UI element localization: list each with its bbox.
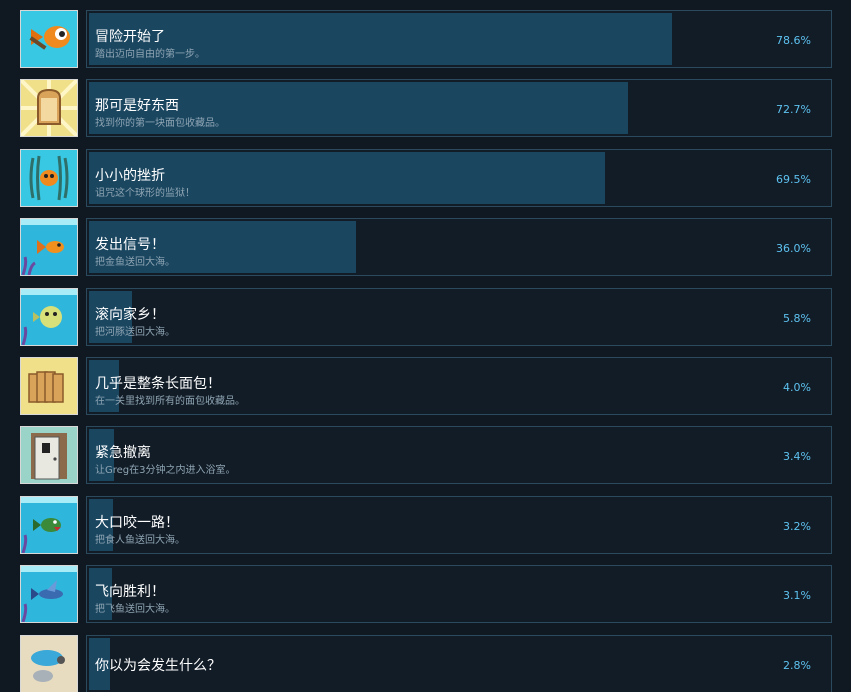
achievement-title: 大口咬一路！ [95, 515, 179, 531]
pufferfish-icon [20, 288, 78, 346]
achievement-progress-panel: 你以为会发生什么？ 2.8% [86, 635, 832, 692]
achievement-description: 在一关里找到所有的面包收藏品。 [95, 396, 245, 407]
achievement-row: 你以为会发生什么？ 2.8% [0, 635, 851, 692]
achievement-description: 踏出迈向自由的第一步。 [95, 49, 205, 60]
achievement-description: 诅咒这个球形的监狱！ [95, 188, 195, 199]
achievement-row: 发出信号！ 把金鱼送回大海。 36.0% [0, 218, 851, 278]
achievement-row: 大口咬一路！ 把食人鱼送回大海。 3.2% [0, 496, 851, 556]
achievement-title: 小小的挫折 [95, 168, 165, 184]
achievement-title: 滚向家乡！ [95, 307, 165, 323]
unlock-percentage: 3.1% [783, 589, 811, 602]
achievement-title: 那可是好东西 [95, 98, 179, 114]
unlock-percentage: 5.8% [783, 312, 811, 325]
achievement-row: 那可是好东西找到你的第一块面包收藏品。 72.7% [0, 79, 851, 139]
unlock-percentage: 69.5% [776, 173, 811, 186]
achievement-description: 把食人鱼送回大海。 [95, 535, 185, 546]
unlock-percentage: 72.7% [776, 103, 811, 116]
piranha-icon [20, 496, 78, 554]
achievement-row: 飞向胜利！ 把飞鱼送回大海。 3.1% [0, 565, 851, 625]
broken-bowl-icon [20, 635, 78, 692]
achievement-title: 几乎是整条长面包！ [95, 376, 221, 392]
achievement-row: 几乎是整条长面包！ 在一关里找到所有的面包收藏品。 4.0% [0, 357, 851, 417]
goldfish-sea-icon [20, 218, 78, 276]
achievement-progress-panel: 紧急撤离让Greg在3分钟之内进入浴室。 3.4% [86, 426, 832, 484]
achievement-description: 把河豚送回大海。 [95, 327, 175, 338]
achievement-row: 紧急撤离让Greg在3分钟之内进入浴室。 3.4% [0, 426, 851, 486]
achievement-row: 滚向家乡！ 把河豚送回大海。 5.8% [0, 288, 851, 348]
achievement-description: 找到你的第一块面包收藏品。 [95, 118, 225, 129]
unlock-percentage: 36.0% [776, 242, 811, 255]
achievement-list: 冒险开始了踏出迈向自由的第一步。 78.6% 那可是好东西找到你的第一块面包收藏品… [0, 0, 851, 692]
fish-with-pipe-icon [20, 10, 78, 68]
achievement-progress-panel: 冒险开始了踏出迈向自由的第一步。 78.6% [86, 10, 832, 68]
achievement-progress-panel: 发出信号！ 把金鱼送回大海。 36.0% [86, 218, 832, 276]
flying-fish-icon [20, 565, 78, 623]
achievement-title: 发出信号！ [95, 237, 165, 253]
achievement-progress-panel: 飞向胜利！ 把飞鱼送回大海。 3.1% [86, 565, 832, 623]
achievement-description: 把金鱼送回大海。 [95, 257, 175, 268]
achievement-progress-panel: 滚向家乡！ 把河豚送回大海。 5.8% [86, 288, 832, 346]
achievement-progress-panel: 那可是好东西找到你的第一块面包收藏品。 72.7% [86, 79, 832, 137]
achievement-description: 把飞鱼送回大海。 [95, 604, 175, 615]
bread-slice-icon [20, 79, 78, 137]
achievement-description: 让Greg在3分钟之内进入浴室。 [95, 465, 236, 476]
unlock-percentage: 2.8% [783, 659, 811, 672]
achievement-row: 小小的挫折诅咒这个球形的监狱！ 69.5% [0, 149, 851, 209]
bread-loaf-icon [20, 357, 78, 415]
unlock-percentage: 3.2% [783, 520, 811, 533]
unlock-percentage: 78.6% [776, 34, 811, 47]
achievement-row: 冒险开始了踏出迈向自由的第一步。 78.6% [0, 10, 851, 70]
achievement-progress-panel: 几乎是整条长面包！ 在一关里找到所有的面包收藏品。 4.0% [86, 357, 832, 415]
door-icon [20, 426, 78, 484]
achievement-title: 飞向胜利！ [95, 584, 165, 600]
achievement-progress-panel: 大口咬一路！ 把食人鱼送回大海。 3.2% [86, 496, 832, 554]
unlock-percentage: 4.0% [783, 381, 811, 394]
unlock-percentage: 3.4% [783, 450, 811, 463]
achievement-progress-panel: 小小的挫折诅咒这个球形的监狱！ 69.5% [86, 149, 832, 207]
achievement-title: 冒险开始了 [95, 29, 165, 45]
achievement-title: 你以为会发生什么？ [95, 658, 221, 674]
fish-in-bowl-icon [20, 149, 78, 207]
achievement-title: 紧急撤离 [95, 445, 151, 461]
